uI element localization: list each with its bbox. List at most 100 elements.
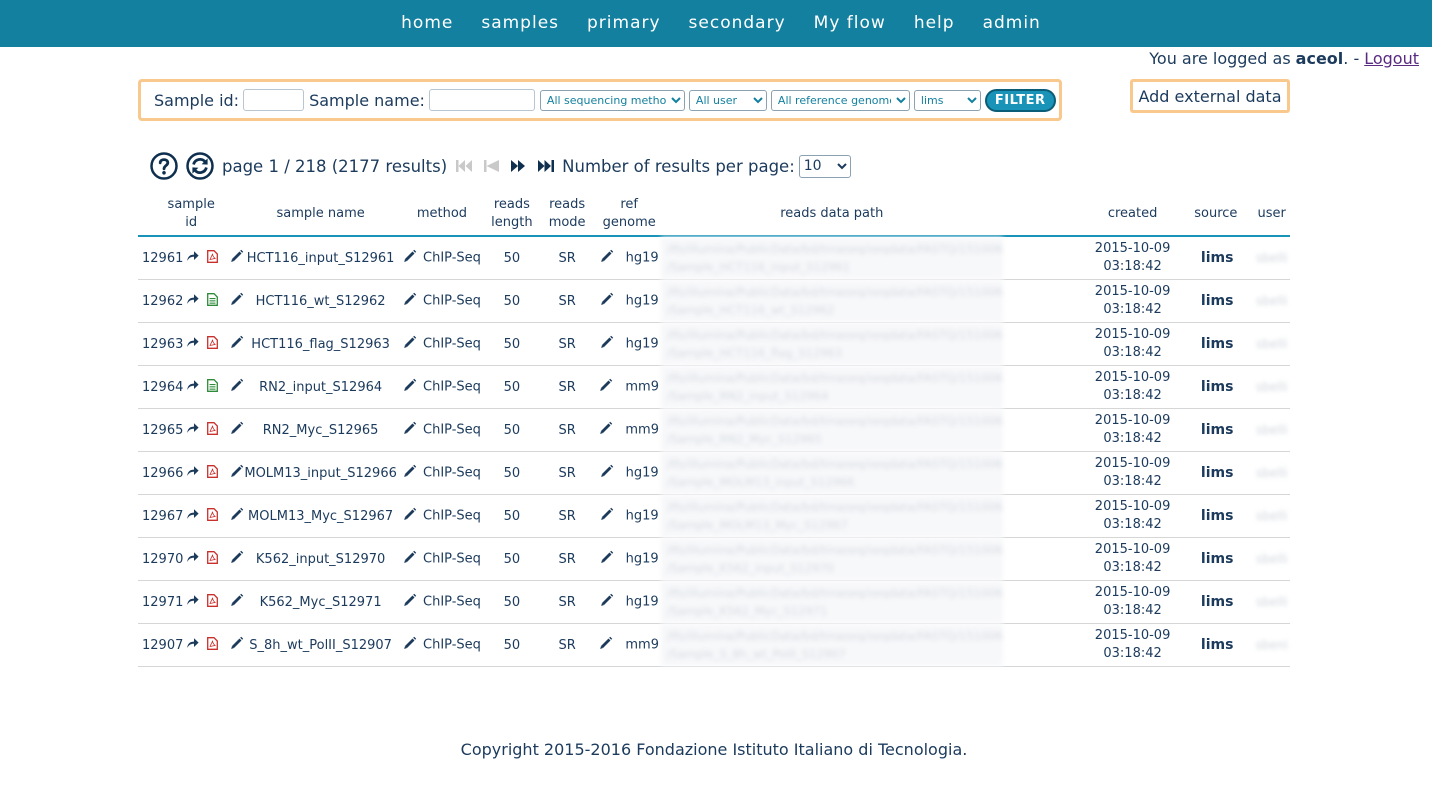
share-icon[interactable] [186, 551, 199, 567]
sample-id-input[interactable] [243, 89, 305, 111]
edit-method-icon[interactable] [403, 378, 417, 396]
logout-link[interactable]: Logout [1364, 49, 1419, 68]
sample-id-link[interactable]: 12963 [142, 337, 183, 352]
sample-id-link[interactable]: 12964 [142, 380, 183, 395]
edit-sample-icon[interactable] [230, 292, 244, 310]
edit-method-icon[interactable] [403, 550, 417, 568]
share-icon[interactable] [186, 594, 199, 610]
pdf-file-icon[interactable] [207, 335, 219, 353]
edit-genome-icon[interactable] [599, 636, 613, 654]
pdf-file-icon[interactable] [207, 550, 219, 568]
edit-method-icon[interactable] [403, 593, 417, 611]
col-header-sample-id[interactable]: sample id [138, 193, 245, 237]
edit-genome-icon[interactable] [600, 249, 614, 267]
share-icon[interactable] [186, 422, 199, 438]
share-icon[interactable] [186, 465, 199, 481]
edit-sample-icon[interactable] [230, 464, 244, 482]
edit-sample-icon[interactable] [230, 507, 244, 525]
reads-data-path-line: /Sample_MOLM13_Myc_S12967 [666, 518, 848, 532]
col-header-reads-mode[interactable]: reads mode [536, 193, 598, 237]
pdf-file-icon[interactable] [207, 421, 219, 439]
edit-method-icon[interactable] [403, 507, 417, 525]
edit-genome-icon[interactable] [600, 464, 614, 482]
sample-id-link[interactable]: 12970 [142, 552, 183, 567]
nav-primary[interactable]: primary [573, 0, 675, 47]
edit-sample-icon[interactable] [230, 378, 244, 396]
sample-id-link[interactable]: 12962 [142, 294, 183, 309]
col-header-method[interactable]: method [396, 193, 488, 237]
nav-secondary[interactable]: secondary [675, 0, 800, 47]
edit-method-icon[interactable] [403, 636, 417, 654]
edit-genome-icon[interactable] [600, 507, 614, 525]
share-icon[interactable] [186, 250, 199, 266]
col-header-created[interactable]: created [1002, 193, 1171, 237]
edit-genome-icon[interactable] [600, 292, 614, 310]
text-file-icon[interactable] [207, 292, 219, 310]
source-select[interactable]: lims [913, 89, 981, 111]
nav-my-flow[interactable]: My flow [800, 0, 900, 47]
help-icon[interactable] [150, 152, 178, 180]
sample-id-link[interactable]: 12966 [142, 466, 183, 481]
share-icon[interactable] [186, 508, 199, 524]
pdf-file-icon[interactable] [207, 249, 219, 267]
sample-id-link[interactable]: 12961 [142, 251, 183, 266]
nav-home[interactable]: home [387, 0, 467, 47]
col-header-sample-name[interactable]: sample name [244, 193, 397, 237]
reference-genome-select[interactable]: All reference genomes [770, 89, 910, 111]
created-wrap: 2015-10-09 03:18:42 [1007, 283, 1171, 319]
pdf-file-icon[interactable] [207, 636, 219, 654]
nav-help[interactable]: help [900, 0, 969, 47]
sequencing-method-select[interactable]: All sequencing method [539, 89, 685, 111]
edit-sample-icon[interactable] [230, 335, 244, 353]
nav-samples[interactable]: samples [467, 0, 573, 47]
edit-sample-icon[interactable] [230, 593, 244, 611]
col-header-source[interactable]: source [1170, 193, 1254, 237]
nav-admin[interactable]: admin [969, 0, 1055, 47]
pdf-file-icon[interactable] [207, 464, 219, 482]
reads-data-path-line: /Sample_HCT116_input_S12961 [666, 260, 851, 274]
edit-sample-icon[interactable] [230, 249, 244, 267]
edit-method-icon[interactable] [403, 249, 417, 267]
previous-page-icon[interactable] [483, 158, 500, 174]
edit-method-icon[interactable] [403, 335, 417, 353]
edit-method-icon[interactable] [403, 292, 417, 310]
edit-sample-icon[interactable] [230, 550, 244, 568]
col-header-ref-genome[interactable]: ref genome [597, 193, 661, 237]
user-cell: sbelli [1253, 494, 1290, 538]
share-icon[interactable] [186, 336, 199, 352]
edit-genome-icon[interactable] [600, 335, 614, 353]
user-select[interactable]: All user [688, 89, 767, 111]
reads-length-cell: 50 [487, 408, 537, 452]
edit-genome-icon[interactable] [599, 421, 613, 439]
edit-method-icon[interactable] [403, 464, 417, 482]
refresh-icon[interactable] [186, 152, 214, 180]
next-page-icon[interactable] [510, 158, 527, 174]
pdf-file-icon[interactable] [207, 593, 219, 611]
last-page-icon[interactable] [537, 158, 556, 174]
edit-method-icon[interactable] [403, 421, 417, 439]
reads-data-path-line: /lfs/illumina/PublicData/bd/tmaseq/seqda… [666, 328, 1003, 342]
created-time: 03:18:42 [1103, 646, 1162, 661]
results-per-page-select[interactable]: 10 [798, 154, 851, 178]
col-header-reads-data-path[interactable]: reads data path [660, 193, 1003, 237]
pdf-file-icon[interactable] [207, 507, 219, 525]
sample-name-input[interactable] [428, 89, 535, 111]
col-header-user[interactable]: user [1253, 193, 1290, 237]
sample-id-link[interactable]: 12967 [142, 509, 183, 524]
share-icon[interactable] [186, 293, 199, 309]
share-icon[interactable] [186, 637, 199, 653]
edit-sample-icon[interactable] [230, 421, 244, 439]
sample-id-link[interactable]: 12965 [142, 423, 183, 438]
sample-id-link[interactable]: 12971 [142, 595, 183, 610]
edit-sample-icon[interactable] [230, 636, 244, 654]
text-file-icon[interactable] [207, 378, 219, 396]
filter-button[interactable]: FILTER [984, 88, 1056, 112]
edit-genome-icon[interactable] [599, 378, 613, 396]
share-icon[interactable] [186, 379, 199, 395]
edit-genome-icon[interactable] [600, 593, 614, 611]
add-external-data-button[interactable]: Add external data [1130, 79, 1290, 113]
sample-id-link[interactable]: 12907 [142, 638, 183, 653]
edit-genome-icon[interactable] [600, 550, 614, 568]
col-header-reads-length[interactable]: reads length [487, 193, 537, 237]
first-page-icon[interactable] [455, 158, 473, 174]
